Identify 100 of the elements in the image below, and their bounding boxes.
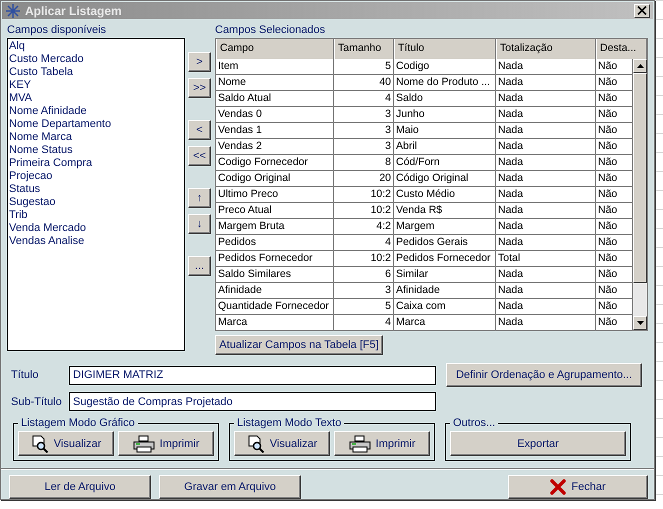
table-cell: Caixa com [394, 299, 496, 315]
sort-group-button[interactable]: Definir Ordenação e Agrupamento... [446, 363, 642, 387]
list-item[interactable]: Sugestao [9, 196, 184, 209]
preview-button[interactable]: Visualizar [18, 431, 114, 456]
table-cell: 10:2 [334, 203, 394, 219]
title-field[interactable]: DIGIMER MATRIZ [69, 366, 436, 384]
table-cell: Quantidade Fornecedor [216, 299, 334, 315]
field-label: Título [11, 369, 40, 381]
table-cell: Nome do Produto ... [394, 75, 496, 91]
table-cell: Afinidade [216, 283, 334, 299]
update-fields-button[interactable]: Atualizar Campos na Tabela [F5] [215, 335, 383, 355]
table-cell: Similar [394, 267, 496, 283]
table-cell: Preco Atual [216, 203, 334, 219]
group-title: Listagem Modo Texto [236, 417, 342, 429]
available-fields-list[interactable]: Alq Custo Mercado Custo Tabela KEY MVA Nome Afinidade Nome Departamento Nome Marca Nome Status Primeira Compra Projecao Status Sugestao Trib Venda Mercado Vendas Analise [7, 38, 185, 351]
table-cell: Codigo Fornecedor [216, 155, 334, 171]
column-header[interactable]: Título [394, 39, 496, 59]
close-dialog-button[interactable]: Fechar [508, 475, 648, 499]
list-item[interactable]: Venda Mercado [9, 222, 184, 235]
table-cell: Nada [496, 235, 596, 251]
list-item[interactable]: KEY [9, 79, 184, 92]
table-cell: Nome [216, 75, 334, 91]
table-cell: Nada [496, 219, 596, 235]
list-label: Campos disponíveis [7, 24, 108, 36]
table-cell: 10:2 [334, 187, 394, 203]
table-cell: Pedidos Fornecedor [216, 251, 334, 267]
list-item[interactable]: Nome Departamento [9, 118, 184, 131]
table-cell: Abril [394, 139, 496, 155]
column-header[interactable]: Desta... [596, 39, 647, 59]
table-cell: 6 [334, 267, 394, 283]
move-button[interactable]: < [188, 120, 211, 140]
table-cell: 40 [334, 75, 394, 91]
list-item[interactable]: Custo Tabela [9, 66, 184, 79]
table-cell: Codigo [394, 59, 496, 75]
table-cell: Nada [496, 59, 596, 75]
field-label: Sub-Título [11, 396, 63, 408]
list-item[interactable]: MVA [9, 92, 184, 105]
table-cell: Maio [394, 123, 496, 139]
table-cell: Pedidos Gerais [394, 235, 496, 251]
list-item[interactable]: Nome Afinidade [9, 105, 184, 118]
snowflake-icon [5, 2, 21, 18]
table-cell: Nada [496, 91, 596, 107]
table-cell: Nada [496, 187, 596, 203]
list-item[interactable]: Alq [9, 40, 184, 53]
list-item[interactable]: Nome Marca [9, 131, 184, 144]
list-item[interactable]: Trib [9, 209, 184, 222]
move-button[interactable]: >> [188, 78, 211, 98]
list-item[interactable]: Primeira Compra [9, 157, 184, 170]
table-cell: Marca [216, 315, 334, 331]
list-item[interactable]: Status [9, 183, 184, 196]
list-item[interactable]: Nome Status [9, 144, 184, 157]
table-cell: Nada [496, 75, 596, 91]
printer-icon [132, 434, 155, 452]
print-button[interactable]: Imprimir [334, 431, 430, 456]
list-item[interactable]: Custo Mercado [9, 53, 184, 66]
table-cell: Nada [496, 107, 596, 123]
table-cell: 3 [334, 123, 394, 139]
export-button[interactable]: Exportar [450, 431, 626, 456]
group-title: Outros... [452, 417, 496, 429]
file-button[interactable]: Gravar em Arquivo [159, 475, 301, 499]
subtitle-field[interactable]: Sugestão de Compras Projetado [69, 392, 436, 411]
table-cell: Saldo [394, 91, 496, 107]
table-cell: Código Original [394, 171, 496, 187]
x-mark-icon [550, 479, 566, 495]
table-cell: Total [496, 251, 596, 267]
table-cell: 10:2 [334, 251, 394, 267]
file-button[interactable]: Ler de Arquivo [9, 475, 151, 499]
table-cell: Vendas 2 [216, 139, 334, 155]
list-item[interactable]: Projecao [9, 170, 184, 183]
scrollbar-thumb[interactable] [633, 73, 647, 283]
table-cell: Custo Médio [394, 187, 496, 203]
table-cell: Nada [496, 155, 596, 171]
column-header[interactable]: Campo [216, 39, 334, 59]
move-button[interactable]: << [188, 146, 211, 166]
column-header[interactable]: Totalização [496, 39, 596, 59]
close-button[interactable] [634, 4, 650, 18]
table-cell: Codigo Original [216, 171, 334, 187]
scroll-down-button[interactable] [633, 316, 647, 330]
move-button[interactable]: ↓ [188, 214, 211, 234]
table-cell: Nada [496, 139, 596, 155]
column-header[interactable]: Tamanho [334, 39, 394, 59]
group-title: Listagem Modo Gráfico [20, 417, 136, 429]
list-item[interactable]: Vendas Analise [9, 235, 184, 248]
print-button[interactable]: Imprimir [118, 431, 214, 456]
table-cell: Ultimo Preco [216, 187, 334, 203]
table-cell: 3 [334, 107, 394, 123]
table-cell: 20 [334, 171, 394, 187]
scroll-up-button[interactable] [633, 59, 647, 73]
table-cell: Pedidos [216, 235, 334, 251]
table-cell: Vendas 0 [216, 107, 334, 123]
move-button[interactable]: > [188, 52, 211, 72]
table-cell: 4 [334, 315, 394, 331]
move-button[interactable]: ... [188, 256, 211, 276]
preview-button[interactable]: Visualizar [234, 431, 330, 456]
table-cell: Vendas 1 [216, 123, 334, 139]
table-cell: 4 [334, 235, 394, 251]
table-cell: 3 [334, 283, 394, 299]
table-cell: 4:2 [334, 219, 394, 235]
down-arrow-icon [636, 321, 644, 325]
move-button[interactable]: ↑ [188, 188, 211, 208]
